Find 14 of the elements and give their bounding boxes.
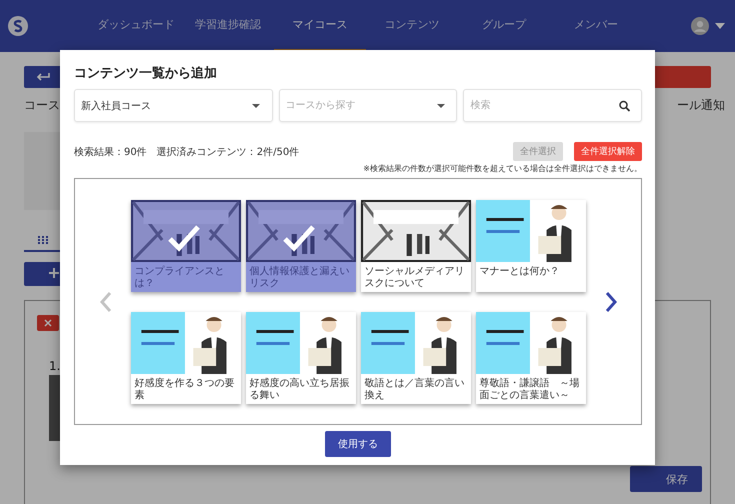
card-title: ソーシャルメディアリスクについて	[364, 264, 466, 290]
section-label: コース	[24, 97, 60, 114]
result-summary: 検索結果：90件 選択済みコンテンツ：2件/50件	[74, 146, 300, 158]
card-title: コンプライアンスとは？	[134, 264, 226, 290]
card-title: 個人情報保護と漏えいリスク	[248, 264, 350, 290]
card-title: 好感度の高い立ち居振る舞い	[248, 376, 350, 402]
note-text: ※検索結果の件数が選択可能件数を超えている場合は全件選択はできません。	[362, 163, 642, 174]
item-number: 1.	[49, 359, 62, 373]
card-title: マナーとは何か？	[478, 264, 560, 278]
card-title: 好感度を作る３つの要素	[134, 376, 236, 402]
card-title: 敬語とは／言葉の言い換え	[364, 376, 466, 402]
dialog-title: コンテンツ一覧から追加	[74, 65, 218, 82]
notify-label: ール通知	[677, 97, 725, 114]
card-title: 尊敬語・謙譲語 ～場面ごとの言葉遣い～	[478, 376, 580, 402]
